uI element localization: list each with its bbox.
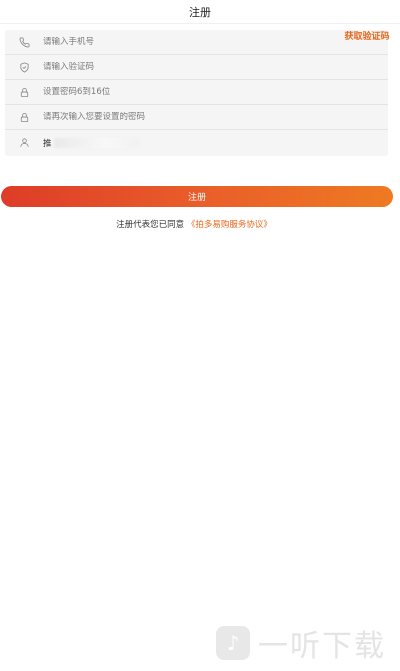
phone-icon — [5, 37, 43, 48]
shield-icon — [5, 62, 43, 73]
password-input[interactable] — [43, 87, 303, 97]
lock-icon — [5, 112, 43, 123]
register-button[interactable]: 注册 — [1, 186, 393, 207]
code-row — [5, 55, 388, 80]
confirm-password-row — [5, 105, 388, 130]
phone-input[interactable] — [43, 37, 303, 47]
service-agreement-link[interactable]: 《拍多易购服务协议》 — [187, 220, 272, 230]
page-title: 注册 — [189, 5, 211, 19]
user-icon — [5, 137, 43, 148]
lock-icon — [5, 87, 43, 98]
agreement-prefix: 注册代表您已同意 — [116, 220, 185, 230]
agreement-text: 注册代表您已同意 《拍多易购服务协议》 — [0, 218, 388, 230]
password-row — [5, 80, 388, 105]
register-form: 推 — [5, 30, 388, 156]
get-code-button[interactable]: 获取验证码 — [344, 32, 390, 43]
confirm-password-input[interactable] — [43, 112, 303, 122]
code-input[interactable] — [43, 62, 303, 72]
watermark: ♪ 一听下载 — [216, 621, 386, 665]
blurred-referrer-text — [53, 137, 140, 148]
referrer-row[interactable]: 推 — [5, 130, 388, 155]
referrer-value[interactable]: 推 — [43, 137, 52, 149]
watermark-logo-icon: ♪ — [216, 626, 250, 660]
header: 注册 — [0, 0, 400, 24]
phone-row — [5, 30, 388, 55]
watermark-text: 一听下载 — [258, 629, 386, 664]
